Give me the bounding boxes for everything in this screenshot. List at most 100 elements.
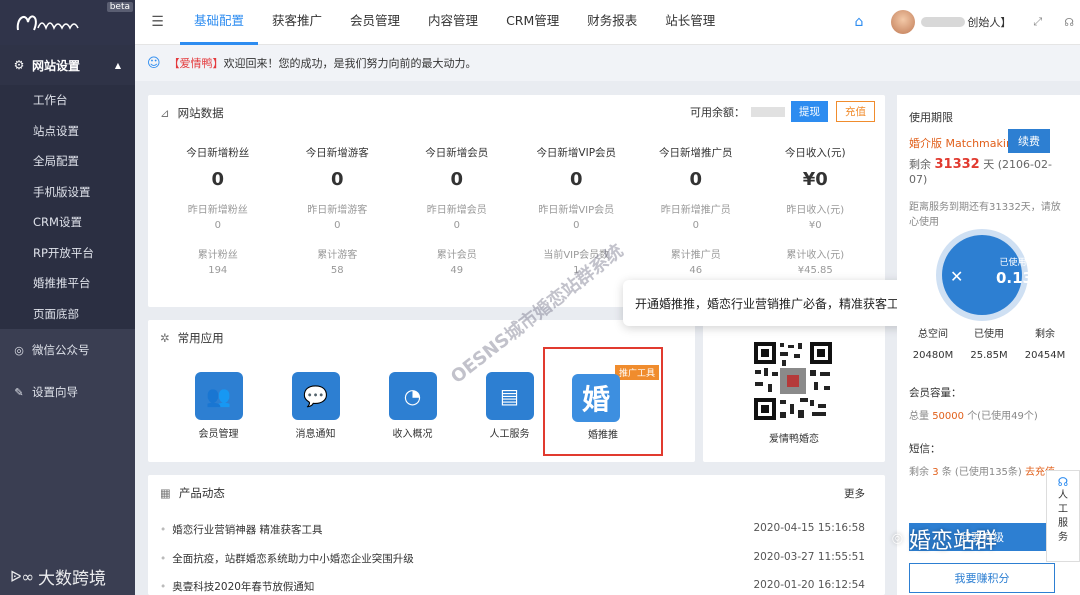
news-title-wrap: • 婚恋行业营销神器 精准获客工具 [160, 522, 323, 537]
news-title-wrap: • 全面抗疫，站群婚恋系统助力中小婚恋企业突围升级 [160, 551, 414, 566]
stat-value: 0 [211, 169, 225, 190]
sms-quota: 剩余 3 条 (已使用135条) 去充值 [909, 463, 1055, 478]
tab-content[interactable]: 内容管理 [414, 0, 492, 45]
stat-col: 今日新增游客 0 昨日新增游客 0 累计游客 58 [278, 145, 398, 281]
plan-name: 婚介版 Matchmaking [909, 137, 1020, 150]
sidebar-item-site-settings[interactable]: 站点设置 [0, 116, 135, 147]
tab-acquisition[interactable]: 获客推广 [258, 0, 336, 45]
service-char: 工 [1058, 504, 1068, 515]
stat-grid: 今日新增粉丝 0 昨日新增粉丝 0 累计粉丝 194 今日新增游客 0 昨日新增… [158, 145, 875, 281]
stat-value: 0 [450, 169, 464, 190]
app-hunuitui-highlighted[interactable]: 推广工具 婚 婚推推 [543, 347, 663, 456]
withdraw-button[interactable]: 提现 [791, 101, 828, 122]
stat-total: ¥45.85 [797, 265, 833, 276]
stat-label: 今日新增游客 [305, 147, 369, 159]
fullscreen-icon[interactable]: ⤢ [1033, 15, 1042, 29]
hunuitui-icon: 婚 [572, 374, 620, 422]
tab-admin[interactable]: 站长管理 [651, 0, 729, 45]
tab-finance[interactable]: 财务报表 [573, 0, 651, 45]
close-icon[interactable]: ✕ [950, 267, 963, 286]
news-icon: ▦ [160, 486, 171, 500]
wechat-icon: ⌾ [892, 528, 903, 550]
app-label: 消息通知 [295, 429, 336, 440]
news-item[interactable]: • 全面抗疫，站群婚恋系统助力中小婚恋企业突围升级 2020-03-27 11:5… [160, 551, 865, 566]
stat-yesterday: 0 [334, 220, 341, 231]
gear-icon: ⚙ [13, 58, 25, 72]
headset-icon[interactable]: ☊ [1064, 16, 1074, 29]
logo[interactable]: beta [0, 0, 135, 45]
stat-total-label: 累计会员 [436, 250, 477, 261]
apps-icon: ✲ [160, 331, 170, 345]
stat-total: 194 [208, 265, 228, 276]
stat-total-label: 累计收入(元) [786, 250, 845, 261]
watermark-text: 大数跨境 [38, 569, 107, 589]
menu-website-settings[interactable]: ⚙ 网站设置 ▲ [0, 45, 135, 85]
tab-crm[interactable]: CRM管理 [492, 0, 573, 45]
news-title: 婚恋行业营销神器 精准获客工具 [172, 524, 323, 536]
stat-total-label: 累计粉丝 [197, 250, 238, 261]
avatar[interactable] [891, 10, 916, 34]
remaining-days: 剩余 31332 天 (2106-02-07) [909, 157, 1069, 187]
more-link[interactable]: 更多 [844, 486, 865, 501]
redacted-name [921, 17, 966, 27]
watermark-logo-icon: ᐉ∞ [10, 567, 35, 586]
remain-label: 剩余 [909, 158, 931, 171]
stat-yesterday-label: 昨日新增粉丝 [187, 205, 248, 216]
earn-points-button[interactable]: 我要赚积分 [909, 563, 1055, 593]
days-unit: 天 [983, 158, 995, 171]
member-capacity-title: 会员容量： [909, 387, 962, 399]
stat-col: 今日新增粉丝 0 昨日新增粉丝 0 累计粉丝 194 [158, 145, 278, 281]
sidebar-item-guide[interactable]: ✎ 设置向导 [0, 371, 135, 413]
sidebar-item-wechat[interactable]: ◎ 微信公众号 [0, 329, 135, 371]
card-title-text: 网站数据 [177, 106, 224, 120]
guide-icon: ✎ [14, 385, 24, 399]
stat-yesterday-label: 昨日新增游客 [307, 205, 368, 216]
menu-toggle-icon[interactable]: ☰ [135, 14, 180, 30]
user-name[interactable]: 创始人】 [921, 14, 1011, 30]
menu-label: 网站设置 [32, 58, 81, 73]
member-total: 50000 [932, 411, 964, 422]
user-role: 创始人】 [967, 16, 1012, 29]
home-icon[interactable]: ⌂ [855, 14, 864, 30]
stat-yesterday: 0 [692, 220, 699, 231]
stat-label: 今日新增会员 [425, 147, 489, 159]
service-char: 务 [1058, 532, 1068, 543]
app-members[interactable]: 👥 会员管理 [170, 372, 267, 440]
app-label: 婚推推 [588, 430, 618, 441]
qr-code[interactable] [752, 340, 834, 422]
submenu: 工作台 站点设置 全局配置 手机版设置 CRM设置 RP开放平台 婚推推平台 页… [0, 85, 135, 329]
sidebar-item-rp-platform[interactable]: RP开放平台 [0, 238, 135, 269]
customer-service-float[interactable]: ☊ 人 工 服 务 [1046, 470, 1080, 562]
app-income[interactable]: ◔ 收入概况 [364, 372, 461, 440]
sidebar-item-mobile-settings[interactable]: 手机版设置 [0, 177, 135, 208]
sidebar-item-hunuitui-platform[interactable]: 婚推推平台 [0, 268, 135, 299]
stat-value: ¥0 [802, 169, 828, 190]
sidebar-item-workbench[interactable]: 工作台 [0, 85, 135, 116]
tab-members[interactable]: 会员管理 [336, 0, 414, 45]
news-item[interactable]: • 婚恋行业营销神器 精准获客工具 2020-04-15 15:16:58 [160, 522, 865, 537]
sms-text: 剩余 [909, 467, 929, 478]
stat-col: 今日新增会员 0 昨日新增会员 0 累计会员 49 [397, 145, 517, 281]
melone-logo [16, 15, 79, 31]
balance-label: 可用余额： [690, 105, 745, 119]
sidebar-item-page-footer[interactable]: 页面底部 [0, 299, 135, 330]
renew-button[interactable]: 续费 [1008, 129, 1050, 153]
pie-chart-icon: ◔ [388, 372, 437, 420]
space-header: 剩余 [1035, 329, 1055, 340]
space-value: 25.85M [970, 350, 1008, 361]
bullet-icon: • [160, 581, 167, 593]
website-data-card: ⊿ 网站数据 可用余额： 提现 充值 今日新增粉丝 0 昨日新增粉丝 0 累计粉… [148, 95, 885, 307]
watermark-left: ᐉ∞ 大数跨境 [10, 564, 107, 590]
sms-title: 短信： [909, 443, 941, 455]
tab-basic-config[interactable]: 基础配置 [180, 0, 259, 45]
app-messages[interactable]: 💬 消息通知 [267, 372, 364, 440]
sidebar-item-global-config[interactable]: 全局配置 [0, 146, 135, 177]
recharge-button[interactable]: 充值 [836, 101, 875, 122]
smile-icon: ☺ [147, 55, 161, 71]
stat-col: 今日收入(元) ¥0 昨日收入(元) ¥0 累计收入(元) ¥45.85 [756, 145, 876, 281]
card-title-text: 产品动态 [178, 486, 225, 500]
sidebar-item-crm-settings[interactable]: CRM设置 [0, 207, 135, 238]
news-item[interactable]: • 奥壹科技2020年春节放假通知 2020-01-20 16:12:54 [160, 579, 865, 594]
stat-total-label: 累计推广员 [670, 250, 721, 261]
stat-total: 49 [450, 265, 464, 276]
